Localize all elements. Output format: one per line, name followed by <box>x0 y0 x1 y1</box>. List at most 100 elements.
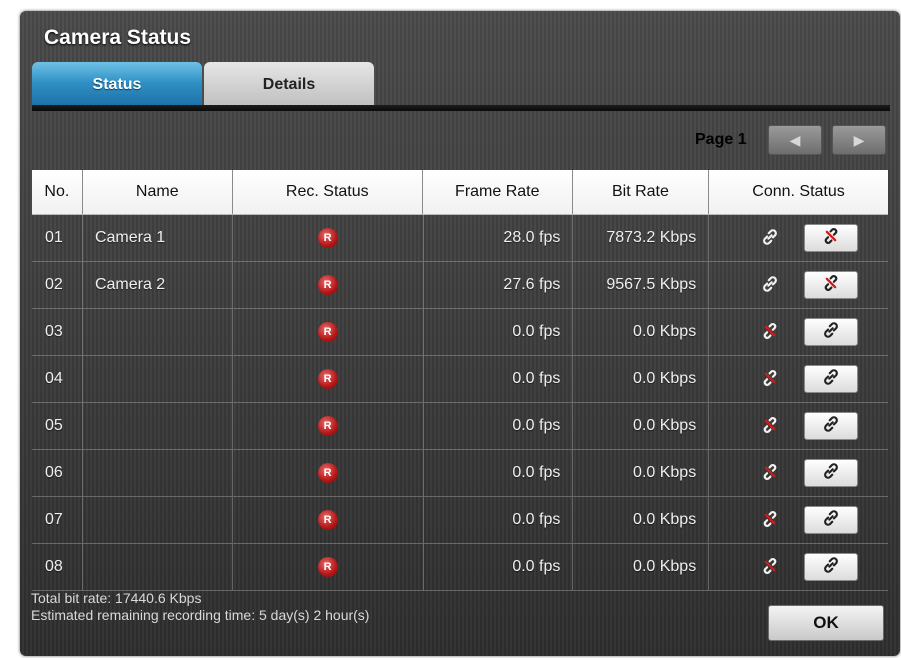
cell-bit-rate: 9567.5 Kbps <box>572 262 708 308</box>
page-indicator: Page 1 <box>695 131 747 148</box>
cell-no: 05 <box>45 417 63 434</box>
record-icon: R <box>317 228 338 248</box>
record-icon: R <box>317 369 338 389</box>
cell-bit-rate: 0.0 Kbps <box>572 403 708 449</box>
broken-link-icon <box>760 415 782 437</box>
cell-frame-rate: 27.6 fps <box>422 262 573 308</box>
cell-rec-status: R <box>231 215 423 261</box>
record-icon: R <box>317 463 338 483</box>
record-icon: R <box>317 557 338 577</box>
cell-no: 04 <box>45 370 63 387</box>
cell-frame-rate: 0.0 fps <box>422 403 573 449</box>
link-icon <box>760 227 782 249</box>
column-header-frame-rate: Frame Rate <box>421 170 572 214</box>
camera-status-table: No. Name Rec. Status Frame Rate Bit Rate… <box>32 170 888 591</box>
cell-bit-rate: 0.0 Kbps <box>572 309 708 355</box>
broken-link-icon <box>760 321 782 343</box>
cell-bit-rate: 7873.2 Kbps <box>572 215 708 261</box>
cell-rec-status: R <box>231 262 423 308</box>
connect-icon <box>821 414 841 439</box>
cell-bit-rate: 0.0 Kbps <box>572 497 708 543</box>
connect-button[interactable] <box>804 318 859 346</box>
triangle-left-icon: ◀ <box>789 131 801 148</box>
tab-details[interactable]: Details <box>204 62 374 109</box>
cell-conn-status <box>708 544 888 590</box>
table-row: 03 R 0.0 fps 0.0 Kbps <box>32 309 888 356</box>
cell-bit-rate: 0.0 Kbps <box>572 544 708 590</box>
cell-no: 02 <box>45 276 63 293</box>
table-row: 08 R 0.0 fps 0.0 Kbps <box>32 544 888 591</box>
connect-icon <box>821 461 841 486</box>
disconnect-icon <box>821 273 841 298</box>
column-header-rec-status: Rec. Status <box>231 170 422 214</box>
tab-divider <box>32 105 890 111</box>
cell-bit-rate: 0.0 Kbps <box>572 450 708 496</box>
broken-link-icon <box>760 462 782 484</box>
cell-no: 06 <box>45 464 63 481</box>
table-row: 04 R 0.0 fps 0.0 Kbps <box>32 356 888 403</box>
cell-rec-status: R <box>231 544 423 590</box>
cell-name <box>81 309 232 355</box>
cell-name <box>81 403 232 449</box>
cell-name <box>81 544 232 590</box>
connect-button[interactable] <box>804 365 859 393</box>
cell-conn-status <box>708 403 888 449</box>
broken-link-icon <box>760 509 782 531</box>
link-icon <box>760 274 782 296</box>
cell-conn-status <box>708 450 888 496</box>
table-row: 05 R 0.0 fps 0.0 Kbps <box>32 403 888 450</box>
column-header-bit-rate: Bit Rate <box>571 170 708 214</box>
next-page-button[interactable]: ▶ <box>832 125 886 155</box>
cell-no: 07 <box>45 511 63 528</box>
prev-page-button[interactable]: ◀ <box>768 125 822 155</box>
cell-rec-status: R <box>231 497 423 543</box>
connect-button[interactable] <box>804 459 859 487</box>
broken-link-icon <box>760 368 782 390</box>
record-icon: R <box>317 275 338 295</box>
total-bit-rate: Total bit rate: 17440.6 Kbps <box>31 590 202 606</box>
table-body: 01 Camera 1 R 28.0 fps 7873.2 Kbps 02 Camera 2… <box>32 215 888 591</box>
connect-icon <box>821 367 841 392</box>
disconnect-icon <box>821 226 841 251</box>
table-row: 06 R 0.0 fps 0.0 Kbps <box>32 450 888 497</box>
cell-conn-status <box>708 309 888 355</box>
cell-rec-status: R <box>231 450 423 496</box>
triangle-right-icon: ▶ <box>853 131 865 148</box>
cell-name <box>81 450 232 496</box>
disconnect-button[interactable] <box>804 271 859 299</box>
cell-name <box>81 356 232 402</box>
connect-button[interactable] <box>804 412 859 440</box>
column-header-conn-status: Conn. Status <box>708 170 888 214</box>
disconnect-button[interactable] <box>804 224 859 252</box>
column-header-name: Name <box>81 170 232 214</box>
cell-frame-rate: 0.0 fps <box>422 356 573 402</box>
cell-frame-rate: 0.0 fps <box>422 309 573 355</box>
cell-frame-rate: 0.0 fps <box>422 544 573 590</box>
connect-button[interactable] <box>804 553 859 581</box>
table-row: 07 R 0.0 fps 0.0 Kbps <box>32 497 888 544</box>
record-icon: R <box>317 322 338 342</box>
ok-button[interactable]: OK <box>768 605 884 641</box>
cell-frame-rate: 0.0 fps <box>422 450 573 496</box>
record-icon: R <box>317 416 338 436</box>
cell-rec-status: R <box>231 356 423 402</box>
cell-conn-status <box>708 262 888 308</box>
cell-conn-status <box>708 497 888 543</box>
cell-frame-rate: 0.0 fps <box>422 497 573 543</box>
connect-icon <box>821 508 841 533</box>
cell-name <box>81 497 232 543</box>
column-header-no: No. <box>44 183 70 200</box>
cell-name: Camera 2 <box>81 262 232 308</box>
table-header: No. Name Rec. Status Frame Rate Bit Rate… <box>32 170 888 215</box>
camera-status-window: Camera Status Status Details Page 1 ◀ ▶ … <box>20 11 900 656</box>
window-title: Camera Status <box>44 26 192 49</box>
record-icon: R <box>317 510 338 530</box>
remaining-recording-time: Estimated remaining recording time: 5 da… <box>31 607 370 623</box>
connect-button[interactable] <box>804 506 859 534</box>
broken-link-icon <box>760 556 782 578</box>
connect-icon <box>821 320 841 345</box>
table-row: 02 Camera 2 R 27.6 fps 9567.5 Kbps <box>32 262 888 309</box>
cell-bit-rate: 0.0 Kbps <box>572 356 708 402</box>
tab-status[interactable]: Status <box>32 62 202 109</box>
connect-icon <box>821 555 841 580</box>
